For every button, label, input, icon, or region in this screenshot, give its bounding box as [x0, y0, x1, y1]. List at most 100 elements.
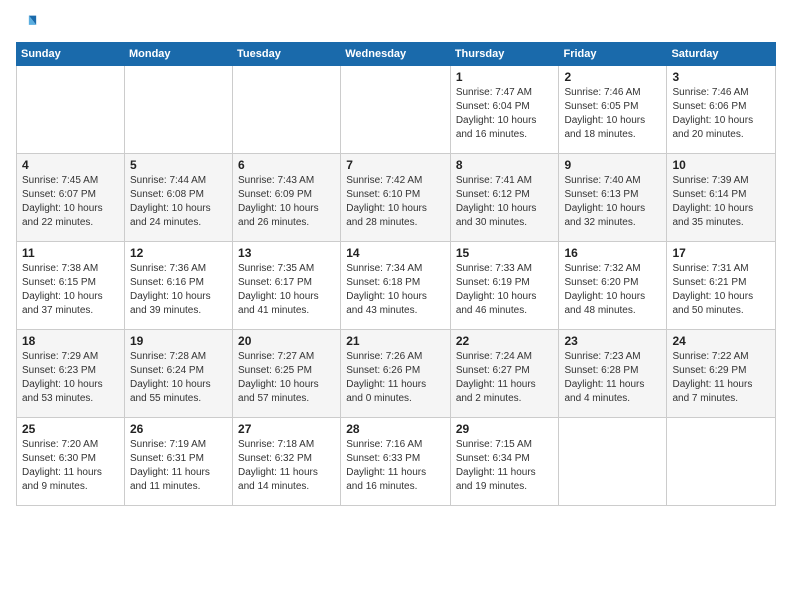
day-info: Sunrise: 7:31 AM Sunset: 6:21 PM Dayligh…	[672, 262, 770, 318]
day-number: 8	[456, 158, 554, 172]
calendar-header-row: Sunday Monday Tuesday Wednesday Thursday…	[17, 43, 776, 66]
day-info: Sunrise: 7:18 AM Sunset: 6:32 PM Dayligh…	[238, 438, 335, 494]
day-number: 6	[238, 158, 335, 172]
calendar-cell: 11Sunrise: 7:38 AM Sunset: 6:15 PM Dayli…	[17, 242, 125, 330]
calendar-cell: 3 Sunrise: 7:46 AM Sunset: 6:06 PM Daylig…	[667, 66, 776, 154]
day-info: Sunrise: 7:33 AM Sunset: 6:19 PM Dayligh…	[456, 262, 554, 318]
day-info: Sunrise: 7:46 AM Sunset: 6:06 PM Dayligh…	[672, 86, 770, 142]
calendar-cell: 22 Sunrise: 7:24 AM Sunset: 6:27 PM Dayli…	[450, 330, 559, 418]
logo-icon	[16, 12, 38, 34]
calendar-cell	[233, 66, 341, 154]
day-number: 4	[22, 158, 119, 172]
day-number: 26	[130, 422, 227, 436]
col-saturday: Saturday	[667, 43, 776, 66]
calendar-week-row: 11Sunrise: 7:38 AM Sunset: 6:15 PM Dayli…	[17, 242, 776, 330]
calendar-week-row: 1 Sunrise: 7:47 AM Sunset: 6:04 PM Daylig…	[17, 66, 776, 154]
calendar-cell: 27 Sunrise: 7:18 AM Sunset: 6:32 PM Dayli…	[233, 418, 341, 506]
col-monday: Monday	[124, 43, 232, 66]
day-number: 1	[456, 70, 554, 84]
day-info: Sunrise: 7:22 AM Sunset: 6:29 PM Dayligh…	[672, 350, 770, 406]
calendar-cell: 16 Sunrise: 7:32 AM Sunset: 6:20 PM Dayli…	[559, 242, 667, 330]
col-sunday: Sunday	[17, 43, 125, 66]
calendar-cell: 7 Sunrise: 7:42 AM Sunset: 6:10 PM Daylig…	[341, 154, 451, 242]
calendar-cell: 2 Sunrise: 7:46 AM Sunset: 6:05 PM Daylig…	[559, 66, 667, 154]
day-info: Sunrise: 7:39 AM Sunset: 6:14 PM Dayligh…	[672, 174, 770, 230]
calendar-cell: 25 Sunrise: 7:20 AM Sunset: 6:30 PM Dayli…	[17, 418, 125, 506]
day-number: 2	[564, 70, 661, 84]
day-number: 16	[564, 246, 661, 260]
day-number: 10	[672, 158, 770, 172]
day-number: 22	[456, 334, 554, 348]
day-info: Sunrise: 7:38 AM Sunset: 6:15 PM Dayligh…	[22, 262, 119, 318]
day-info: Sunrise: 7:46 AM Sunset: 6:05 PM Dayligh…	[564, 86, 661, 142]
day-number: 27	[238, 422, 335, 436]
day-number: 29	[456, 422, 554, 436]
calendar-page: Sunday Monday Tuesday Wednesday Thursday…	[0, 0, 792, 612]
day-info: Sunrise: 7:43 AM Sunset: 6:09 PM Dayligh…	[238, 174, 335, 230]
col-tuesday: Tuesday	[233, 43, 341, 66]
calendar-cell: 23 Sunrise: 7:23 AM Sunset: 6:28 PM Dayli…	[559, 330, 667, 418]
calendar-cell: 14 Sunrise: 7:34 AM Sunset: 6:18 PM Dayli…	[341, 242, 451, 330]
calendar-cell: 6 Sunrise: 7:43 AM Sunset: 6:09 PM Daylig…	[233, 154, 341, 242]
calendar-cell	[559, 418, 667, 506]
calendar-cell: 19 Sunrise: 7:28 AM Sunset: 6:24 PM Dayli…	[124, 330, 232, 418]
day-info: Sunrise: 7:44 AM Sunset: 6:08 PM Dayligh…	[130, 174, 227, 230]
day-info: Sunrise: 7:41 AM Sunset: 6:12 PM Dayligh…	[456, 174, 554, 230]
day-number: 24	[672, 334, 770, 348]
calendar-cell: 1 Sunrise: 7:47 AM Sunset: 6:04 PM Daylig…	[450, 66, 559, 154]
day-number: 23	[564, 334, 661, 348]
day-number: 14	[346, 246, 445, 260]
day-info: Sunrise: 7:20 AM Sunset: 6:30 PM Dayligh…	[22, 438, 119, 494]
calendar-cell: 8 Sunrise: 7:41 AM Sunset: 6:12 PM Daylig…	[450, 154, 559, 242]
calendar-cell	[17, 66, 125, 154]
calendar-week-row: 25 Sunrise: 7:20 AM Sunset: 6:30 PM Dayli…	[17, 418, 776, 506]
calendar-week-row: 4 Sunrise: 7:45 AM Sunset: 6:07 PM Daylig…	[17, 154, 776, 242]
day-number: 3	[672, 70, 770, 84]
day-info: Sunrise: 7:27 AM Sunset: 6:25 PM Dayligh…	[238, 350, 335, 406]
day-number: 5	[130, 158, 227, 172]
calendar-cell: 29Sunrise: 7:15 AM Sunset: 6:34 PM Dayli…	[450, 418, 559, 506]
day-info: Sunrise: 7:16 AM Sunset: 6:33 PM Dayligh…	[346, 438, 445, 494]
calendar-cell: 5 Sunrise: 7:44 AM Sunset: 6:08 PM Daylig…	[124, 154, 232, 242]
day-info: Sunrise: 7:29 AM Sunset: 6:23 PM Dayligh…	[22, 350, 119, 406]
calendar-table: Sunday Monday Tuesday Wednesday Thursday…	[16, 42, 776, 506]
day-info: Sunrise: 7:34 AM Sunset: 6:18 PM Dayligh…	[346, 262, 445, 318]
day-number: 21	[346, 334, 445, 348]
day-info: Sunrise: 7:28 AM Sunset: 6:24 PM Dayligh…	[130, 350, 227, 406]
calendar-cell	[124, 66, 232, 154]
day-info: Sunrise: 7:24 AM Sunset: 6:27 PM Dayligh…	[456, 350, 554, 406]
col-friday: Friday	[559, 43, 667, 66]
day-number: 7	[346, 158, 445, 172]
calendar-cell	[667, 418, 776, 506]
day-info: Sunrise: 7:42 AM Sunset: 6:10 PM Dayligh…	[346, 174, 445, 230]
day-info: Sunrise: 7:26 AM Sunset: 6:26 PM Dayligh…	[346, 350, 445, 406]
calendar-cell: 24 Sunrise: 7:22 AM Sunset: 6:29 PM Dayli…	[667, 330, 776, 418]
calendar-cell	[341, 66, 451, 154]
calendar-cell: 20 Sunrise: 7:27 AM Sunset: 6:25 PM Dayli…	[233, 330, 341, 418]
day-info: Sunrise: 7:40 AM Sunset: 6:13 PM Dayligh…	[564, 174, 661, 230]
calendar-week-row: 18 Sunrise: 7:29 AM Sunset: 6:23 PM Dayli…	[17, 330, 776, 418]
day-number: 25	[22, 422, 119, 436]
calendar-cell: 13Sunrise: 7:35 AM Sunset: 6:17 PM Dayli…	[233, 242, 341, 330]
day-number: 12	[130, 246, 227, 260]
calendar-cell: 28 Sunrise: 7:16 AM Sunset: 6:33 PM Dayli…	[341, 418, 451, 506]
day-number: 18	[22, 334, 119, 348]
day-number: 15	[456, 246, 554, 260]
day-info: Sunrise: 7:19 AM Sunset: 6:31 PM Dayligh…	[130, 438, 227, 494]
logo	[16, 12, 40, 34]
calendar-cell: 18 Sunrise: 7:29 AM Sunset: 6:23 PM Dayli…	[17, 330, 125, 418]
day-number: 19	[130, 334, 227, 348]
day-number: 28	[346, 422, 445, 436]
day-info: Sunrise: 7:45 AM Sunset: 6:07 PM Dayligh…	[22, 174, 119, 230]
calendar-cell: 10 Sunrise: 7:39 AM Sunset: 6:14 PM Dayli…	[667, 154, 776, 242]
calendar-cell: 15 Sunrise: 7:33 AM Sunset: 6:19 PM Dayli…	[450, 242, 559, 330]
day-info: Sunrise: 7:36 AM Sunset: 6:16 PM Dayligh…	[130, 262, 227, 318]
day-number: 20	[238, 334, 335, 348]
day-number: 9	[564, 158, 661, 172]
calendar-cell: 21 Sunrise: 7:26 AM Sunset: 6:26 PM Dayli…	[341, 330, 451, 418]
day-info: Sunrise: 7:47 AM Sunset: 6:04 PM Dayligh…	[456, 86, 554, 142]
day-info: Sunrise: 7:23 AM Sunset: 6:28 PM Dayligh…	[564, 350, 661, 406]
day-info: Sunrise: 7:32 AM Sunset: 6:20 PM Dayligh…	[564, 262, 661, 318]
header	[16, 12, 776, 34]
calendar-cell: 12 Sunrise: 7:36 AM Sunset: 6:16 PM Dayli…	[124, 242, 232, 330]
